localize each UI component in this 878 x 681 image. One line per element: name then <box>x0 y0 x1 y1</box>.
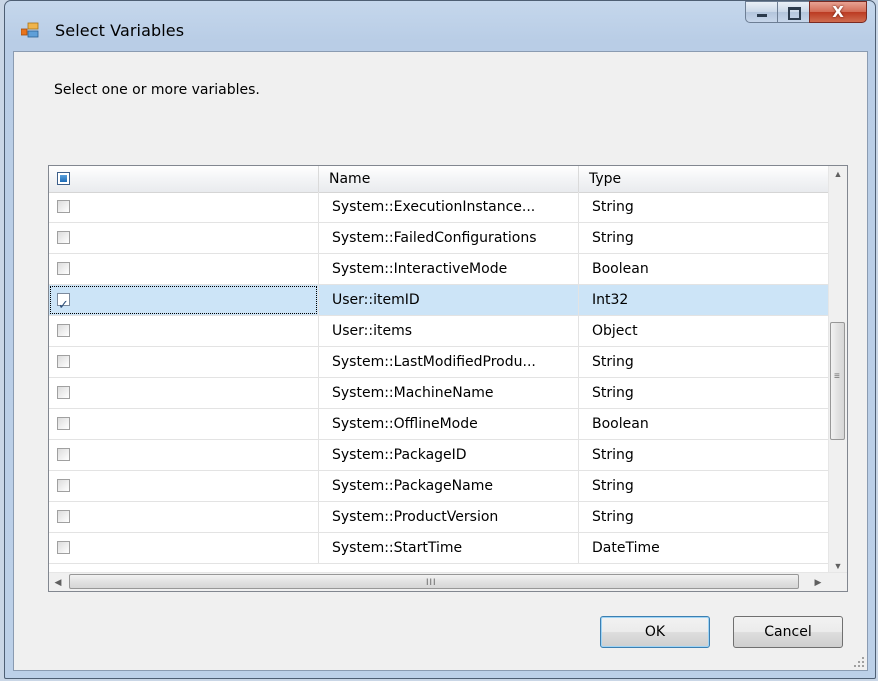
row-checkbox[interactable] <box>57 417 70 430</box>
row-checkbox[interactable] <box>57 386 70 399</box>
variable-type-cell[interactable]: String <box>579 440 829 471</box>
minimize-button[interactable] <box>745 1 777 23</box>
table-row[interactable]: System::StartTime DateTime <box>49 533 829 564</box>
row-checkbox[interactable] <box>57 448 70 461</box>
variable-type-cell[interactable]: String <box>579 223 829 254</box>
table-row[interactable]: System::PackageID String <box>49 440 829 471</box>
column-header-type[interactable]: Type <box>579 166 829 192</box>
select-cell[interactable] <box>49 254 319 285</box>
horizontal-scrollbar[interactable]: ◀ III ▶ <box>49 572 847 591</box>
table-row[interactable]: System::PackageName String <box>49 471 829 502</box>
variable-name-cell[interactable]: System::ProductVersion <box>319 502 579 533</box>
dialog-client-area: Select one or more variables. Name Type … <box>13 51 868 671</box>
variable-name-cell[interactable]: System::LastModifiedProdu... <box>319 347 579 378</box>
variable-name-cell[interactable]: User::itemID <box>319 285 579 316</box>
checkmark-icon: ✓ <box>58 298 69 313</box>
select-cell[interactable] <box>49 471 319 502</box>
select-cell[interactable] <box>49 316 319 347</box>
app-icon <box>21 22 39 38</box>
indeterminate-icon <box>60 175 67 182</box>
variable-name-cell[interactable]: System::OfflineMode <box>319 409 579 440</box>
select-cell[interactable] <box>49 223 319 254</box>
row-checkbox[interactable] <box>57 200 70 213</box>
variable-type-cell[interactable]: String <box>579 192 829 223</box>
variable-name-cell[interactable]: System::InteractiveMode <box>319 254 579 285</box>
variable-name-cell[interactable]: System::MachineName <box>319 378 579 409</box>
select-cell[interactable] <box>49 347 319 378</box>
close-icon: X <box>832 3 844 21</box>
horizontal-scroll-thumb[interactable]: III <box>69 574 799 589</box>
row-checkbox[interactable]: ✓ <box>57 293 70 313</box>
grid-header: Name Type <box>49 166 829 193</box>
instruction-label: Select one or more variables. <box>54 82 260 98</box>
table-row[interactable]: System::LastModifiedProdu... String <box>49 347 829 378</box>
row-checkbox[interactable] <box>57 510 70 523</box>
variable-type-cell[interactable]: String <box>579 378 829 409</box>
grip-icon: III <box>426 577 437 587</box>
maximize-button[interactable] <box>777 1 809 23</box>
caption-buttons: X <box>745 1 867 23</box>
variable-name-cell[interactable]: System::FailedConfigurations <box>319 223 579 254</box>
grip-icon: ≡ <box>834 371 840 382</box>
window-title: Select Variables <box>55 21 185 40</box>
variable-name-cell[interactable]: System::StartTime <box>319 533 579 564</box>
minimize-icon <box>757 14 767 17</box>
row-checkbox[interactable] <box>57 262 70 275</box>
vertical-scrollbar[interactable]: ▲ ≡ ▼ <box>828 166 847 575</box>
column-header-name[interactable]: Name <box>319 166 579 192</box>
variable-type-cell[interactable]: String <box>579 347 829 378</box>
table-row[interactable]: System::InteractiveMode Boolean <box>49 254 829 285</box>
column-header-select[interactable] <box>49 166 319 192</box>
table-row[interactable]: User::items Object <box>49 316 829 347</box>
variable-name-cell[interactable]: User::items <box>319 316 579 347</box>
resize-grip-icon[interactable] <box>853 656 865 668</box>
select-cell[interactable] <box>49 502 319 533</box>
row-checkbox[interactable] <box>57 479 70 492</box>
table-row[interactable]: System::FailedConfigurations String <box>49 223 829 254</box>
variables-grid[interactable]: Name Type System::ExecutionInstance... St… <box>48 165 848 592</box>
row-checkbox[interactable] <box>57 541 70 554</box>
variable-type-cell[interactable]: Boolean <box>579 409 829 440</box>
select-cell[interactable] <box>49 409 319 440</box>
close-button[interactable]: X <box>809 1 867 23</box>
table-row[interactable]: System::MachineName String <box>49 378 829 409</box>
row-checkbox[interactable] <box>57 324 70 337</box>
ok-button[interactable]: OK <box>600 616 710 648</box>
variable-type-cell[interactable]: Object <box>579 316 829 347</box>
variable-type-cell[interactable]: String <box>579 471 829 502</box>
scroll-right-arrow-icon[interactable]: ▶ <box>809 573 827 591</box>
select-cell[interactable]: ✓ <box>49 285 319 316</box>
table-row[interactable]: System::ProductVersion String <box>49 502 829 533</box>
title-bar[interactable]: Select Variables X <box>5 1 875 51</box>
select-all-checkbox[interactable] <box>57 172 70 185</box>
variable-name-cell[interactable]: System::PackageID <box>319 440 579 471</box>
row-checkbox[interactable] <box>57 231 70 244</box>
table-row[interactable]: ✓ User::itemID Int32 <box>49 285 829 316</box>
table-row[interactable]: System::OfflineMode Boolean <box>49 409 829 440</box>
cancel-button[interactable]: Cancel <box>733 616 843 648</box>
scroll-left-arrow-icon[interactable]: ◀ <box>49 573 67 591</box>
row-checkbox[interactable] <box>57 355 70 368</box>
select-cell[interactable] <box>49 378 319 409</box>
scroll-up-arrow-icon[interactable]: ▲ <box>829 166 847 183</box>
table-row[interactable]: System::ExecutionInstance... String <box>49 192 829 223</box>
select-variables-window: Select Variables X Select one or more va… <box>4 0 876 679</box>
variable-type-cell[interactable]: DateTime <box>579 533 829 564</box>
select-cell[interactable] <box>49 440 319 471</box>
vertical-scroll-thumb[interactable]: ≡ <box>830 322 845 440</box>
variable-type-cell[interactable]: String <box>579 502 829 533</box>
variable-name-cell[interactable]: System::ExecutionInstance... <box>319 192 579 223</box>
select-cell[interactable] <box>49 533 319 564</box>
variable-name-cell[interactable]: System::PackageName <box>319 471 579 502</box>
variable-type-cell[interactable]: Boolean <box>579 254 829 285</box>
select-cell[interactable] <box>49 192 319 223</box>
focus-rectangle <box>50 286 317 314</box>
maximize-icon <box>788 7 801 20</box>
variable-type-cell[interactable]: Int32 <box>579 285 829 316</box>
